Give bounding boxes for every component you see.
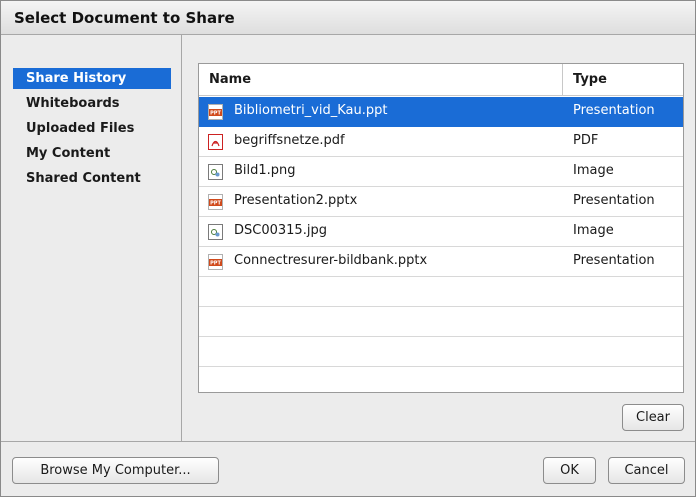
empty-row xyxy=(199,277,683,307)
sidebar-item-uploaded-files[interactable]: Uploaded Files xyxy=(13,118,171,139)
file-row[interactable]: PPT Presentation2.pptx Presentation xyxy=(199,187,683,217)
dialog-titlebar[interactable]: Select Document to Share xyxy=(1,1,695,35)
file-type: Presentation xyxy=(573,193,655,208)
presentation-file-icon: PPT xyxy=(208,254,223,270)
file-name: Connectresurer-bildbank.pptx xyxy=(234,253,428,268)
sidebar-item-share-history[interactable]: Share History xyxy=(13,68,171,89)
image-file-icon xyxy=(208,164,223,180)
cancel-button[interactable]: Cancel xyxy=(608,457,685,484)
browse-my-computer-button[interactable]: Browse My Computer... xyxy=(12,457,219,484)
file-type: PDF xyxy=(573,133,599,148)
sidebar-item-shared-content[interactable]: Shared Content xyxy=(13,168,171,189)
column-header-name[interactable]: Name xyxy=(209,72,251,87)
pdf-file-icon xyxy=(208,134,223,150)
svg-text:PPT: PPT xyxy=(210,111,221,117)
file-type: Presentation xyxy=(573,103,655,118)
column-header-type[interactable]: Type xyxy=(573,72,607,87)
presentation-file-icon: PPT xyxy=(208,104,223,120)
empty-row xyxy=(199,337,683,367)
file-list-header: Name Type xyxy=(199,64,683,96)
sidebar-item-whiteboards[interactable]: Whiteboards xyxy=(13,93,171,114)
file-row[interactable]: DSC00315.jpg Image xyxy=(199,217,683,247)
svg-text:PPT: PPT xyxy=(210,261,221,267)
file-type: Image xyxy=(573,163,614,178)
sidebar: Share History Whiteboards Uploaded Files… xyxy=(1,35,182,441)
file-row[interactable]: PPT Connectresurer-bildbank.pptx Present… xyxy=(199,247,683,277)
clear-button[interactable]: Clear xyxy=(622,404,684,431)
column-divider[interactable] xyxy=(562,64,563,96)
sidebar-item-my-content[interactable]: My Content xyxy=(13,143,171,164)
presentation-file-icon: PPT xyxy=(208,194,223,210)
file-name: Bibliometri_vid_Kau.ppt xyxy=(234,103,388,118)
file-row[interactable]: begriffsnetze.pdf PDF xyxy=(199,127,683,157)
dialog-footer: Browse My Computer... OK Cancel xyxy=(1,441,695,496)
select-document-dialog: Select Document to Share Share History W… xyxy=(0,0,696,497)
file-row[interactable]: Bild1.png Image xyxy=(199,157,683,187)
file-type: Presentation xyxy=(573,253,655,268)
svg-text:PPT: PPT xyxy=(210,201,221,207)
file-name: Presentation2.pptx xyxy=(234,193,358,208)
file-row[interactable]: PPT Bibliometri_vid_Kau.ppt Presentation xyxy=(199,97,683,127)
file-name: Bild1.png xyxy=(234,163,296,178)
ok-button[interactable]: OK xyxy=(543,457,596,484)
empty-row xyxy=(199,307,683,337)
file-name: DSC00315.jpg xyxy=(234,223,327,238)
file-list[interactable]: Name Type PPT Bibliometri_vid_Kau.ppt Pr… xyxy=(198,63,684,393)
dialog-title: Select Document to Share xyxy=(14,9,235,27)
image-file-icon xyxy=(208,224,223,240)
empty-row xyxy=(199,367,683,392)
file-name: begriffsnetze.pdf xyxy=(234,133,345,148)
file-type: Image xyxy=(573,223,614,238)
